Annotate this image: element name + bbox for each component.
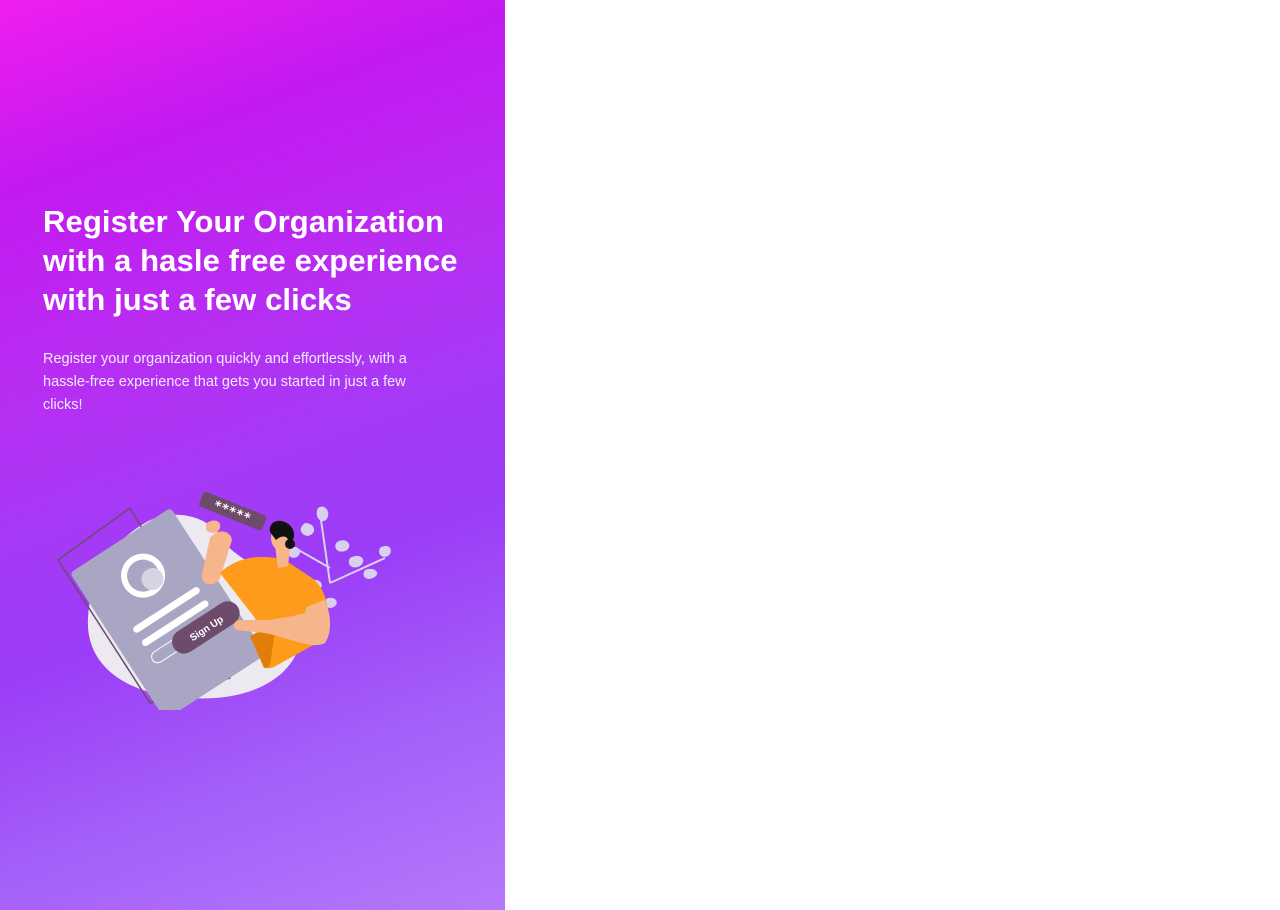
hero-title: Register Your Organization with a hasle … [43, 204, 458, 317]
hero-subtitle: Register your organization quickly and e… [43, 351, 407, 413]
signup-illustration: Sign Up ***** [57, 491, 391, 710]
registration-page: Register Your Organization with a hasle … [0, 0, 1280, 910]
hero-panel: Register Your Organization with a hasle … [0, 0, 505, 910]
registration-form-pane [505, 0, 1280, 910]
